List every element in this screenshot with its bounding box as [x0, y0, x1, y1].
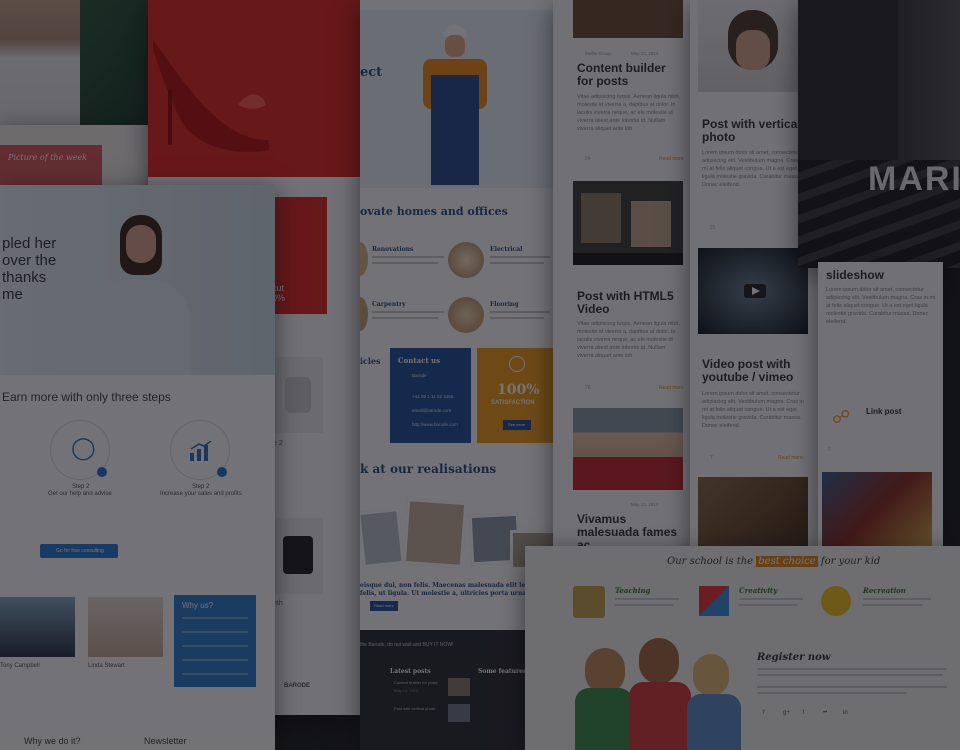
- puzzle-icon: [699, 586, 729, 616]
- steps-heading: Earn more with only three steps: [2, 390, 171, 404]
- blog-template-preview[interactable]: Muffin Group May 13, 2014 Content builde…: [553, 0, 693, 560]
- man-hands-photo: [698, 0, 808, 92]
- team-photo-1: [0, 597, 75, 657]
- portrait-template-preview[interactable]: MARI: [798, 0, 960, 268]
- why-us-panel[interactable]: Why us?: [174, 595, 256, 687]
- youtube-video-thumbnail[interactable]: [698, 248, 808, 334]
- link-post-column[interactable]: slideshow Lorem ipsum dolor sit amet, co…: [818, 262, 943, 552]
- thumbs-up-icon: [509, 356, 525, 372]
- lightbulb-icon: [448, 242, 484, 278]
- video-controls[interactable]: [573, 253, 683, 265]
- children-photo: [575, 638, 745, 750]
- google-plus-icon[interactable]: g+: [783, 710, 790, 716]
- picture-week-label: Picture of the week: [8, 153, 88, 162]
- hoodie-product[interactable]: [273, 357, 323, 433]
- lightbulb-icon: ◯: [71, 435, 96, 460]
- facebook-icon[interactable]: f: [763, 710, 765, 716]
- school-template-preview[interactable]: Our school is the best choice for your k…: [525, 546, 960, 750]
- social-bar: f g+ t •• in: [757, 708, 867, 722]
- floor-icon: [448, 297, 484, 333]
- video-post-title[interactable]: Video post with youtube / vimeo: [702, 358, 814, 384]
- step-1: ◯: [50, 420, 110, 480]
- school-heading: Our school is the best choice for your k…: [667, 556, 881, 567]
- notebook-icon: [573, 586, 605, 618]
- see-more-button[interactable]: See more: [503, 420, 531, 430]
- post-title-2[interactable]: Post with HTML5 Video: [577, 290, 681, 316]
- feature-teaching[interactable]: Teaching: [573, 584, 683, 624]
- builder-worker-photo: [415, 25, 495, 185]
- shop-logo: BARODE: [284, 683, 311, 689]
- team-photo-2: [88, 597, 163, 657]
- register-title: Register now: [757, 652, 831, 663]
- video-thumbnail[interactable]: [573, 181, 683, 265]
- woman-photo: [0, 0, 80, 130]
- service-carpentry[interactable]: Carpentry: [360, 295, 450, 335]
- satisfaction-badge[interactable]: 100% SATISFACTION See more: [477, 348, 556, 443]
- quote-read-more-button[interactable]: Read more: [370, 601, 398, 611]
- service-electrical[interactable]: Electrical: [448, 240, 556, 280]
- linkedin-icon[interactable]: in: [843, 710, 848, 716]
- duck-toy-icon: [821, 586, 851, 616]
- consult-main-preview[interactable]: pled her over the thanks me Earn more wi…: [0, 185, 275, 750]
- link-icon: ☍: [832, 407, 851, 427]
- contact-box[interactable]: Contact us Barode +41 09 1 11 22 3456 em…: [390, 348, 471, 443]
- builder-hero: ect: [360, 10, 556, 188]
- discount-banner[interactable]: cut 0%: [268, 197, 327, 314]
- flickr-icon[interactable]: ••: [823, 710, 827, 716]
- chart-up-icon: [190, 441, 212, 461]
- blog-top-photo: [573, 0, 683, 38]
- tshirt-product[interactable]: [273, 518, 323, 594]
- step-2: [170, 420, 230, 480]
- saw-icon: [360, 297, 368, 331]
- realisations-title: k at our realisations: [360, 462, 497, 476]
- jesus-mosaic-photo: [822, 472, 932, 547]
- twitter-icon[interactable]: t: [803, 710, 805, 716]
- post-title-1[interactable]: Content builder for posts: [577, 62, 677, 88]
- businesswoman-photo: [80, 215, 200, 375]
- hero-banner: pled her over the thanks me: [0, 185, 275, 375]
- old-book-photo: [698, 477, 808, 547]
- consult-template-preview[interactable]: [0, 0, 150, 130]
- feature-recreation[interactable]: Recreation: [821, 584, 941, 624]
- pope-photo: [573, 408, 683, 490]
- portrait-name: MARI: [868, 160, 960, 198]
- builder-section-title: ovate homes and offices: [360, 205, 508, 218]
- service-flooring[interactable]: Flooring: [448, 295, 556, 335]
- consulting-button[interactable]: Go for free consulting: [40, 544, 118, 558]
- red-heel-photo: [148, 0, 362, 177]
- feature-creativity[interactable]: Creativity: [699, 584, 809, 624]
- paint-roller-icon: [360, 242, 368, 276]
- service-renovations[interactable]: Renovations: [360, 240, 450, 280]
